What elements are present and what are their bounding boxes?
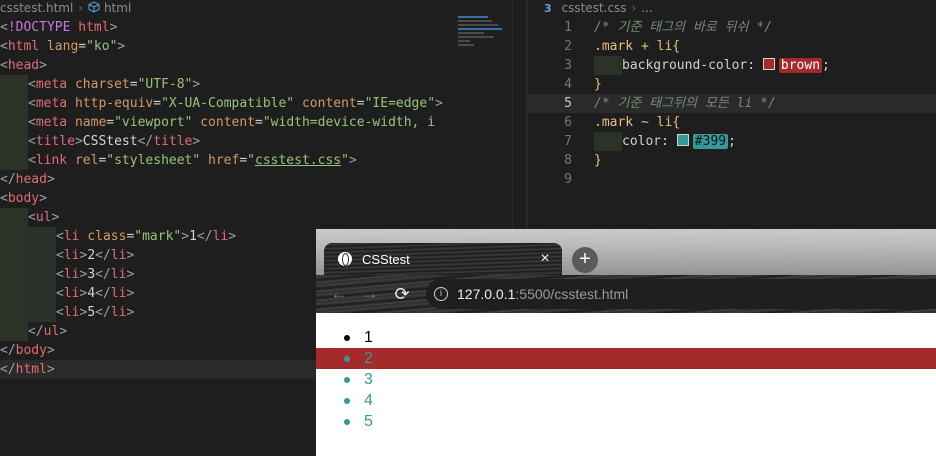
code-line: 4} [564,77,602,92]
indent-guide [0,151,28,170]
code-text: !DOCTYPE [7,20,71,35]
back-arrow-icon[interactable]: ← [328,283,350,305]
bullet-icon [344,419,350,425]
color-swatch-teal[interactable] [676,134,689,146]
chevron-right-icon: › [631,1,637,15]
indent-guide [0,113,28,132]
code-line: 7 color: #399; [564,132,736,151]
code-line: 1/* 기준 태그의 바로 뒤쉬 */ [564,20,773,35]
css-value-brown: brown [778,58,823,73]
code-line: 2 .mark + li{ [564,39,681,54]
breadcrumb-file[interactable]: csstest.css [561,1,626,15]
list-item: 1 [316,327,936,348]
tab-title: CSStest [362,251,410,267]
code-line: 8} [564,153,602,168]
tab-csstest[interactable]: CSStest × [324,243,562,275]
indent-guide [594,56,622,75]
css-value-teal: #399 [692,134,729,149]
code-line: <head> [0,58,47,73]
indent-guide [0,132,28,151]
css-selector: .mark ~ li{ [594,115,681,130]
css-breadcrumb: 𝟯 csstest.css ›... [528,0,936,16]
list-item: 5 [316,411,936,432]
indent-guide [28,246,56,265]
code-line: <link rel="stylesheet" href="csstest.css… [0,151,526,170]
browser-window[interactable]: CSStest × + ← → ⟳ i 127.0.0.1:5500/csste… [316,229,936,456]
indent-guide [0,227,28,246]
css-file-icon: 𝟯 [544,1,552,15]
list-item: 3 [316,369,936,390]
bullet-icon [344,335,350,341]
css-code[interactable]: 1/* 기준 태그의 바로 뒤쉬 */ 2 .mark + li{ 3 backgr… [528,18,936,189]
indent-guide [0,208,28,227]
browser-chrome: CSStest × + ← → ⟳ i 127.0.0.1:5500/csste… [316,229,936,313]
css-brace: } [594,77,602,92]
code-line: 3 background-color: brown; [564,56,830,75]
code-line: 9 [564,172,572,187]
page-content: 1 2 3 4 5 [316,313,936,456]
css-selector: .mark + li{ [594,39,681,54]
bullet-icon [344,377,350,383]
indent-guide [28,303,56,322]
breadcrumb-node[interactable]: html [104,1,131,15]
code-line: </head> [0,172,55,187]
css-property: color: [622,134,677,149]
indent-guide [28,227,56,246]
new-tab-button[interactable]: + [572,247,598,273]
indent-guide [0,303,28,322]
indent-guide [0,284,28,303]
html-breadcrumb: csstest.html › html [0,0,526,16]
indent-guide [28,265,56,284]
indent-guide [0,246,28,265]
bullet-icon [344,398,350,404]
color-swatch-brown[interactable] [762,58,775,70]
forward-arrow-icon[interactable]: → [359,283,381,305]
indent-guide [28,284,56,303]
address-bar[interactable]: i 127.0.0.1:5500/csstest.html [426,279,936,309]
list-item: 4 [316,390,936,411]
reload-icon[interactable]: ⟳ [391,283,413,305]
info-icon[interactable]: i [434,287,448,301]
indent-guide [0,322,28,341]
code-line: <ul> [0,208,526,227]
url-host: 127.0.0.1 [457,286,516,302]
code-line: <!DOCTYPE html> [0,20,118,35]
code-line: <body> [0,191,47,206]
url-text[interactable]: 127.0.0.1:5500/csstest.html [457,286,628,302]
close-icon[interactable]: × [536,250,554,268]
browser-toolbar: ← → ⟳ i 127.0.0.1:5500/csstest.html [316,275,936,313]
code-line: 5/* 기준 태그뒤의 모든 li */ [528,94,936,113]
css-comment: /* 기준 태그의 바로 뒤쉬 */ [594,20,773,35]
indent-guide [0,94,28,113]
bullet-icon [344,356,350,362]
breadcrumb-node[interactable]: ... [641,1,652,15]
indent-guide [0,75,28,94]
rendered-list: 1 2 3 4 5 [316,327,936,432]
css-property: background-color: [622,58,763,73]
code-line: <meta http-equiv="X-UA-Compatible" conte… [0,94,526,113]
indent-guide [594,132,622,151]
breadcrumb-file[interactable]: csstest.html [0,1,73,15]
code-line: 6 .mark ~ li{ [564,115,681,130]
url-path: :5500/csstest.html [515,286,629,302]
code-line: <meta name="viewport" content="width=dev… [0,113,526,132]
css-brace: } [594,153,602,168]
css-comment: /* 기준 태그뒤의 모든 li */ [594,96,776,111]
globe-icon [338,252,352,266]
code-line: <title>CSStest</title> [0,132,526,151]
indent-guide [0,265,28,284]
list-item: 2 [316,348,936,369]
code-line: <html lang="ko"> [0,39,126,54]
code-line: <meta charset="UTF-8"> [0,75,526,94]
chevron-right-icon: › [78,1,84,15]
cube-icon [88,0,100,17]
